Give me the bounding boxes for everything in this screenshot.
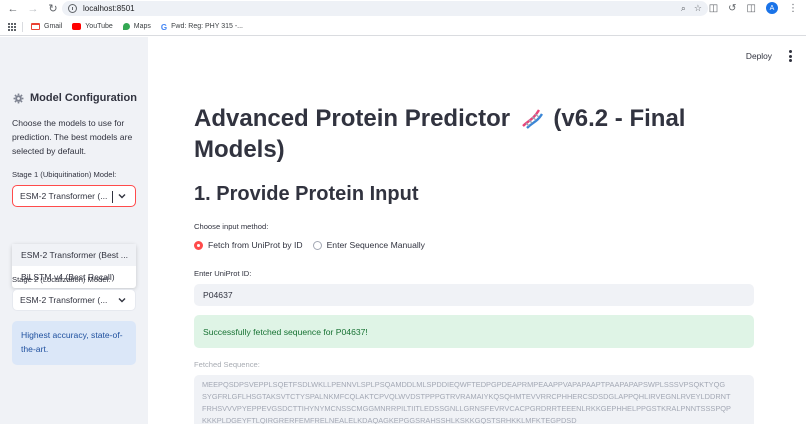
extensions-icon[interactable]: ◫ <box>709 3 718 14</box>
url-text: localhost:8501 <box>83 4 135 13</box>
address-bar[interactable]: localhost:8501 ⌕ ☆ <box>62 1 708 16</box>
radio-label: Enter Sequence Manually <box>326 240 425 250</box>
page-title-main: Advanced Protein Predictor <box>194 105 511 132</box>
model-info-box: Highest accuracy, state-of-the-art. <box>12 321 136 365</box>
youtube-icon <box>72 23 82 30</box>
history-icon[interactable]: ↺ <box>728 3 736 14</box>
bookmark-label: YouTube <box>85 23 113 30</box>
input-method-label: Choose input method: <box>194 222 269 231</box>
chrome-menu-icon[interactable]: ⋮ <box>788 3 798 14</box>
bookmark-label: Gmail <box>44 23 63 30</box>
zoom-icon[interactable]: ⌕ <box>681 3 686 14</box>
bookmark-star-icon[interactable]: ☆ <box>694 3 702 14</box>
bookmarks-bar: Gmail YouTube Maps G Fwd: Reg: PHY 315 -… <box>0 18 806 36</box>
stage1-model-select[interactable]: ESM-2 Transformer (... <box>12 185 136 207</box>
sequence-line: SYGFRLGFLHSGTAKSVTCTYSPALNKMFCQLAKTCPVQL… <box>202 392 731 401</box>
section-heading: 1. Provide Protein Input <box>194 183 419 205</box>
stage1-selected-value: ESM-2 Transformer (... <box>20 191 108 201</box>
sidebar: Model Configuration Choose the models to… <box>0 37 148 424</box>
site-info-icon[interactable] <box>68 4 77 13</box>
input-method-radio-group: Fetch from UniProt by ID Enter Sequence … <box>194 240 435 250</box>
app-menu-icon[interactable] <box>789 50 793 62</box>
bookmark-label: Maps <box>133 23 151 30</box>
fetched-sequence-label: Fetched Sequence: <box>194 360 260 369</box>
bookmark-gmail[interactable]: Gmail <box>31 23 62 30</box>
maps-icon <box>122 23 130 30</box>
bookmark-maps[interactable]: Maps <box>122 23 151 30</box>
chevron-down-icon[interactable] <box>117 191 127 201</box>
stage2-selected-value: ESM-2 Transformer (... <box>20 295 108 305</box>
back-icon[interactable]: ← <box>6 2 20 16</box>
radio-unselected-icon[interactable] <box>312 240 322 250</box>
sequence-line: KKKPLDGEYFTLQIRGRERFEMFRELNEALELKDAQAGKE… <box>202 416 577 424</box>
uniprot-id-input[interactable]: P04637 <box>194 284 754 306</box>
page-title: Advanced Protein Predictor (v6.2 - Final… <box>194 103 754 165</box>
sidebar-title: Model Configuration <box>13 92 137 104</box>
sidebar-title-text: Model Configuration <box>30 92 137 104</box>
bookmark-fwd-reg[interactable]: G Fwd: Reg: PHY 315 -... <box>160 23 244 32</box>
stage2-model-select[interactable]: ESM-2 Transformer (... <box>12 289 136 311</box>
chevron-down-icon[interactable] <box>117 295 127 305</box>
dna-icon <box>521 109 543 129</box>
gmail-icon <box>31 23 40 30</box>
browser-toolbar: ← → ↻ localhost:8501 ⌕ ☆ ◫ ↺ ◫ A ⋮ <box>0 0 806 17</box>
sequence-line: MEEPQSDPSVEPPLSQETFSDLWKLLPENNVLSPLPSQAM… <box>202 380 726 389</box>
google-icon: G <box>160 23 168 32</box>
fetched-sequence-textarea[interactable]: MEEPQSDPSVEPPLSQETFSDLWKLLPENNVLSPLPSQAM… <box>194 375 754 424</box>
deploy-button[interactable]: Deploy <box>746 51 772 61</box>
stage2-label: Stage 2 (Localization) Model: <box>12 275 111 284</box>
sequence-line: FRHSVVVPYEPPEVGSDCTTIHYNYMCNSSCMGGMNRRPI… <box>202 404 731 413</box>
dropdown-option-esm2[interactable]: ESM-2 Transformer (Best ... <box>12 244 136 266</box>
forward-icon[interactable]: → <box>26 2 40 16</box>
radio-selected-icon[interactable] <box>194 240 203 250</box>
uniprot-id-label: Enter UniProt ID: <box>194 269 252 278</box>
bookmark-youtube[interactable]: YouTube <box>72 23 113 30</box>
sidebar-description: Choose the models to use for prediction.… <box>12 118 133 156</box>
success-alert: Successfully fetched sequence for P04637… <box>194 315 754 348</box>
reload-icon[interactable]: ↻ <box>46 2 60 16</box>
stage1-label: Stage 1 (Ubiquitination) Model: <box>12 170 117 179</box>
bookmark-label: Fwd: Reg: PHY 315 -... <box>171 23 244 30</box>
sidepanel-icon[interactable]: ◫ <box>747 3 756 14</box>
profile-avatar[interactable]: A <box>766 2 778 14</box>
main-content: Deploy Advanced Protein Predictor (v6.2 … <box>148 37 806 424</box>
radio-label: Fetch from UniProt by ID <box>208 240 303 250</box>
apps-grid-icon[interactable] <box>8 22 16 31</box>
radio-enter-manually[interactable]: Enter Sequence Manually <box>312 240 425 250</box>
radio-fetch-uniprot[interactable]: Fetch from UniProt by ID <box>194 240 303 250</box>
gear-icon <box>13 93 24 103</box>
select-divider <box>112 191 113 203</box>
bookmarks-divider <box>22 21 23 32</box>
